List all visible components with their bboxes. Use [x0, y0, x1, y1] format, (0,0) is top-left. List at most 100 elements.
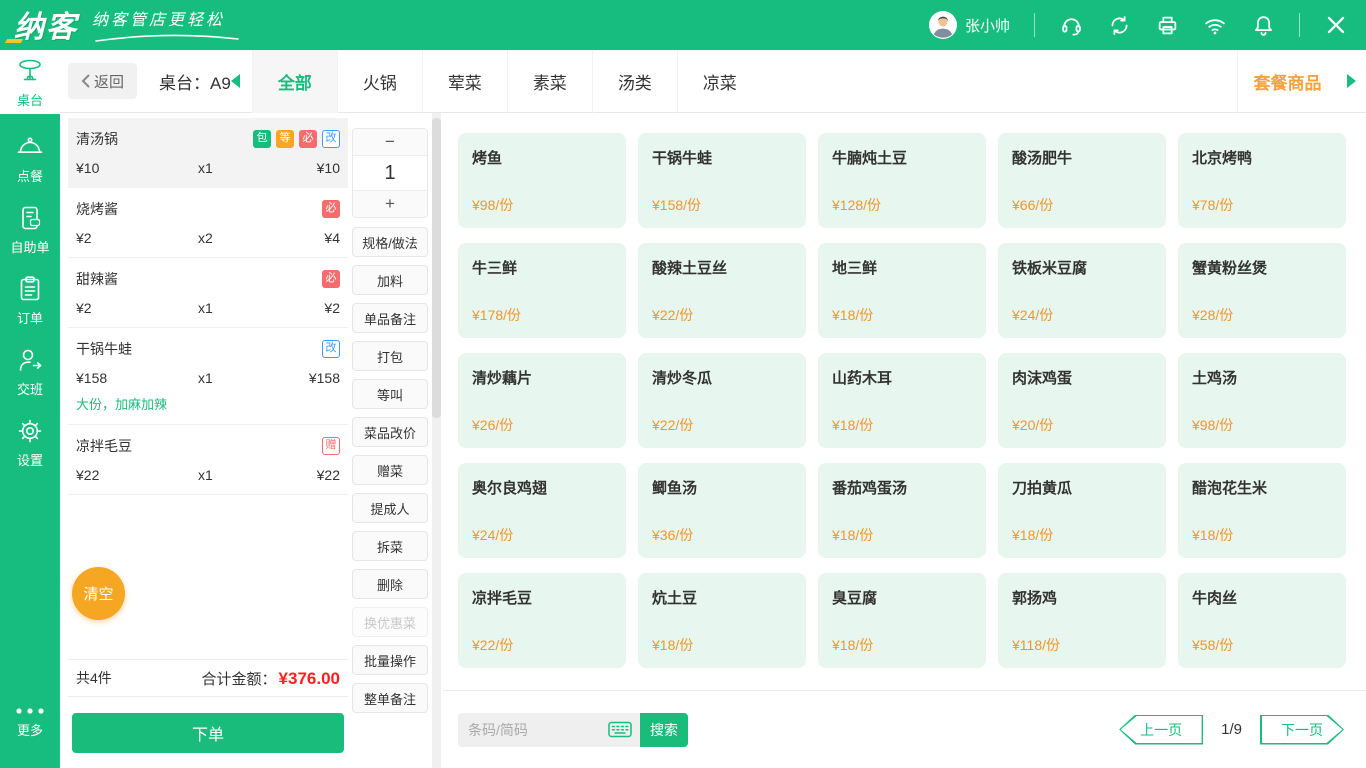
- next-page-button[interactable]: 下一页: [1260, 715, 1344, 745]
- back-chevron-icon: [81, 74, 90, 88]
- sidebar-item-more[interactable]: 更多: [0, 690, 60, 754]
- close-icon[interactable]: [1324, 13, 1348, 37]
- printer-icon[interactable]: [1155, 13, 1179, 37]
- combo-products-tab[interactable]: 套餐商品: [1237, 49, 1337, 113]
- split-dish-button[interactable]: 拆菜: [352, 531, 428, 561]
- sidebar-item-shift-handover[interactable]: 交班: [0, 339, 60, 403]
- order-item[interactable]: 甜辣酱 必 ¥2 x1 ¥2: [68, 258, 348, 328]
- wait-call-button[interactable]: 等叫: [352, 379, 428, 409]
- badge-required: 必: [299, 130, 317, 148]
- menu-item-card[interactable]: 北京烤鸭 ¥78/份: [1178, 133, 1346, 228]
- order-item-total: ¥158: [308, 370, 340, 386]
- topbar-divider: [1034, 13, 1035, 37]
- summary-count: 共4件: [76, 670, 112, 686]
- order-item[interactable]: 清汤锅 包 等 必 改 ¥10 x1 ¥10: [68, 118, 348, 188]
- tab-vegetable[interactable]: 素菜: [506, 49, 592, 113]
- order-item[interactable]: 凉拌毛豆 赠 ¥22 x1 ¥22: [68, 425, 348, 495]
- scrollbar-thumb[interactable]: [432, 118, 441, 418]
- qty-plus-button[interactable]: +: [353, 191, 427, 217]
- menu-item-card[interactable]: 清炒冬瓜 ¥22/份: [638, 353, 806, 448]
- order-item-price: ¥10: [76, 160, 100, 176]
- batch-operation-button[interactable]: 批量操作: [352, 645, 428, 675]
- menu-item-name: 肉沫鸡蛋: [1012, 370, 1073, 387]
- menu-item-name: 北京烤鸭: [1192, 150, 1253, 167]
- order-item[interactable]: 干锅牛蛙 改 ¥158 x1 ¥158 大份，加麻加辣: [68, 328, 348, 425]
- spec-method-button[interactable]: 规格/做法: [352, 227, 428, 257]
- menu-item-card[interactable]: 臭豆腐 ¥18/份: [818, 573, 986, 668]
- qty-minus-button[interactable]: −: [353, 129, 427, 155]
- clear-order-button[interactable]: 清空: [72, 567, 125, 620]
- qty-value: 1: [353, 155, 427, 191]
- menu-item-card[interactable]: 牛腩炖土豆 ¥128/份: [818, 133, 986, 228]
- change-price-button[interactable]: 菜品改价: [352, 417, 428, 447]
- category-prev-icon[interactable]: [230, 74, 240, 88]
- menu-item-price: ¥22/份: [652, 307, 694, 323]
- menu-item-card[interactable]: 土鸡汤 ¥98/份: [1178, 353, 1346, 448]
- delete-button[interactable]: 删除: [352, 569, 428, 599]
- keyboard-icon[interactable]: [608, 721, 632, 738]
- sidebar-item-tables[interactable]: 桌台: [0, 50, 60, 114]
- menu-item-card[interactable]: 肉沫鸡蛋 ¥20/份: [998, 353, 1166, 448]
- order-item-note: 大份，加麻加辣: [76, 397, 168, 412]
- topbar-divider: [1299, 13, 1300, 37]
- menu-item-card[interactable]: 奥尔良鸡翅 ¥24/份: [458, 463, 626, 558]
- menu-item-card[interactable]: 炕土豆 ¥18/份: [638, 573, 806, 668]
- search-button[interactable]: 搜索: [640, 712, 688, 747]
- wifi-icon[interactable]: [1203, 13, 1227, 37]
- order-item-name: 凉拌毛豆: [76, 438, 132, 454]
- menu-item-card[interactable]: 郭扬鸡 ¥118/份: [998, 573, 1166, 668]
- prev-page-button[interactable]: 上一页: [1119, 714, 1204, 745]
- sidebar-item-settings[interactable]: 设置: [0, 410, 60, 474]
- tab-meat[interactable]: 荤菜: [421, 49, 507, 113]
- menu-item-card[interactable]: 醋泡花生米 ¥18/份: [1178, 463, 1346, 558]
- commission-person-button[interactable]: 提成人: [352, 493, 428, 523]
- menu-item-card[interactable]: 蟹黄粉丝煲 ¥28/份: [1178, 243, 1346, 338]
- badge-gift: 赠: [322, 437, 340, 455]
- menu-item-price: ¥18/份: [1192, 527, 1234, 543]
- back-button[interactable]: 返回: [68, 63, 138, 99]
- menu-item-card[interactable]: 番茄鸡蛋汤 ¥18/份: [818, 463, 986, 558]
- menu-item-card[interactable]: 山药木耳 ¥18/份: [818, 353, 986, 448]
- order-item[interactable]: 烧烤酱 必 ¥2 x2 ¥4: [68, 188, 348, 258]
- takeout-button[interactable]: 打包: [352, 341, 428, 371]
- main-area: 返回 桌台：A9 全部 火锅 荤菜 素菜 汤类 凉菜 套餐商品 清汤锅 包 等 …: [60, 49, 1366, 768]
- tab-all[interactable]: 全部: [251, 49, 337, 113]
- add-ingredient-button[interactable]: 加料: [352, 265, 428, 295]
- tab-soup[interactable]: 汤类: [591, 49, 677, 113]
- menu-item-name: 鲫鱼汤: [652, 480, 698, 497]
- sidebar-item-orders[interactable]: 订单: [0, 268, 60, 332]
- place-order-button[interactable]: 下单: [72, 713, 344, 753]
- menu-item-card[interactable]: 地三鲜 ¥18/份: [818, 243, 986, 338]
- menu-item-name: 山药木耳: [832, 370, 893, 387]
- scrollbar-track[interactable]: [432, 113, 441, 768]
- menu-item-card[interactable]: 干锅牛蛙 ¥158/份: [638, 133, 806, 228]
- category-next-icon[interactable]: [1347, 74, 1356, 88]
- search-input[interactable]: [468, 721, 608, 738]
- item-remark-button[interactable]: 单品备注: [352, 303, 428, 333]
- order-dish-icon: [17, 137, 43, 153]
- sync-icon[interactable]: [1107, 13, 1131, 37]
- menu-item-card[interactable]: 鲫鱼汤 ¥36/份: [638, 463, 806, 558]
- badge-package: 包: [253, 130, 271, 148]
- menu-item-card[interactable]: 铁板米豆腐 ¥24/份: [998, 243, 1166, 338]
- support-icon[interactable]: [1059, 13, 1083, 37]
- menu-item-card[interactable]: 烤鱼 ¥98/份: [458, 133, 626, 228]
- menu-item-card[interactable]: 牛三鲜 ¥178/份: [458, 243, 626, 338]
- menu-item-price: ¥18/份: [832, 637, 874, 653]
- sidebar-item-self-service[interactable]: 自助单: [0, 197, 60, 261]
- order-item-name: 甜辣酱: [76, 271, 118, 287]
- menu-item-price: ¥18/份: [652, 637, 694, 653]
- user-menu[interactable]: 张小帅: [928, 11, 1010, 39]
- menu-item-card[interactable]: 酸辣土豆丝 ¥22/份: [638, 243, 806, 338]
- menu-item-card[interactable]: 凉拌毛豆 ¥22/份: [458, 573, 626, 668]
- tab-cold[interactable]: 凉菜: [676, 49, 762, 113]
- menu-item-card[interactable]: 酸汤肥牛 ¥66/份: [998, 133, 1166, 228]
- menu-item-card[interactable]: 刀拍黄瓜 ¥18/份: [998, 463, 1166, 558]
- sidebar-item-order-dish[interactable]: 点餐: [0, 126, 60, 190]
- menu-item-card[interactable]: 清炒藕片 ¥26/份: [458, 353, 626, 448]
- bell-icon[interactable]: [1251, 13, 1275, 37]
- menu-item-card[interactable]: 牛肉丝 ¥58/份: [1178, 573, 1346, 668]
- whole-order-remark-button[interactable]: 整单备注: [352, 683, 428, 713]
- gift-dish-button[interactable]: 赠菜: [352, 455, 428, 485]
- tab-hotpot[interactable]: 火锅: [336, 49, 422, 113]
